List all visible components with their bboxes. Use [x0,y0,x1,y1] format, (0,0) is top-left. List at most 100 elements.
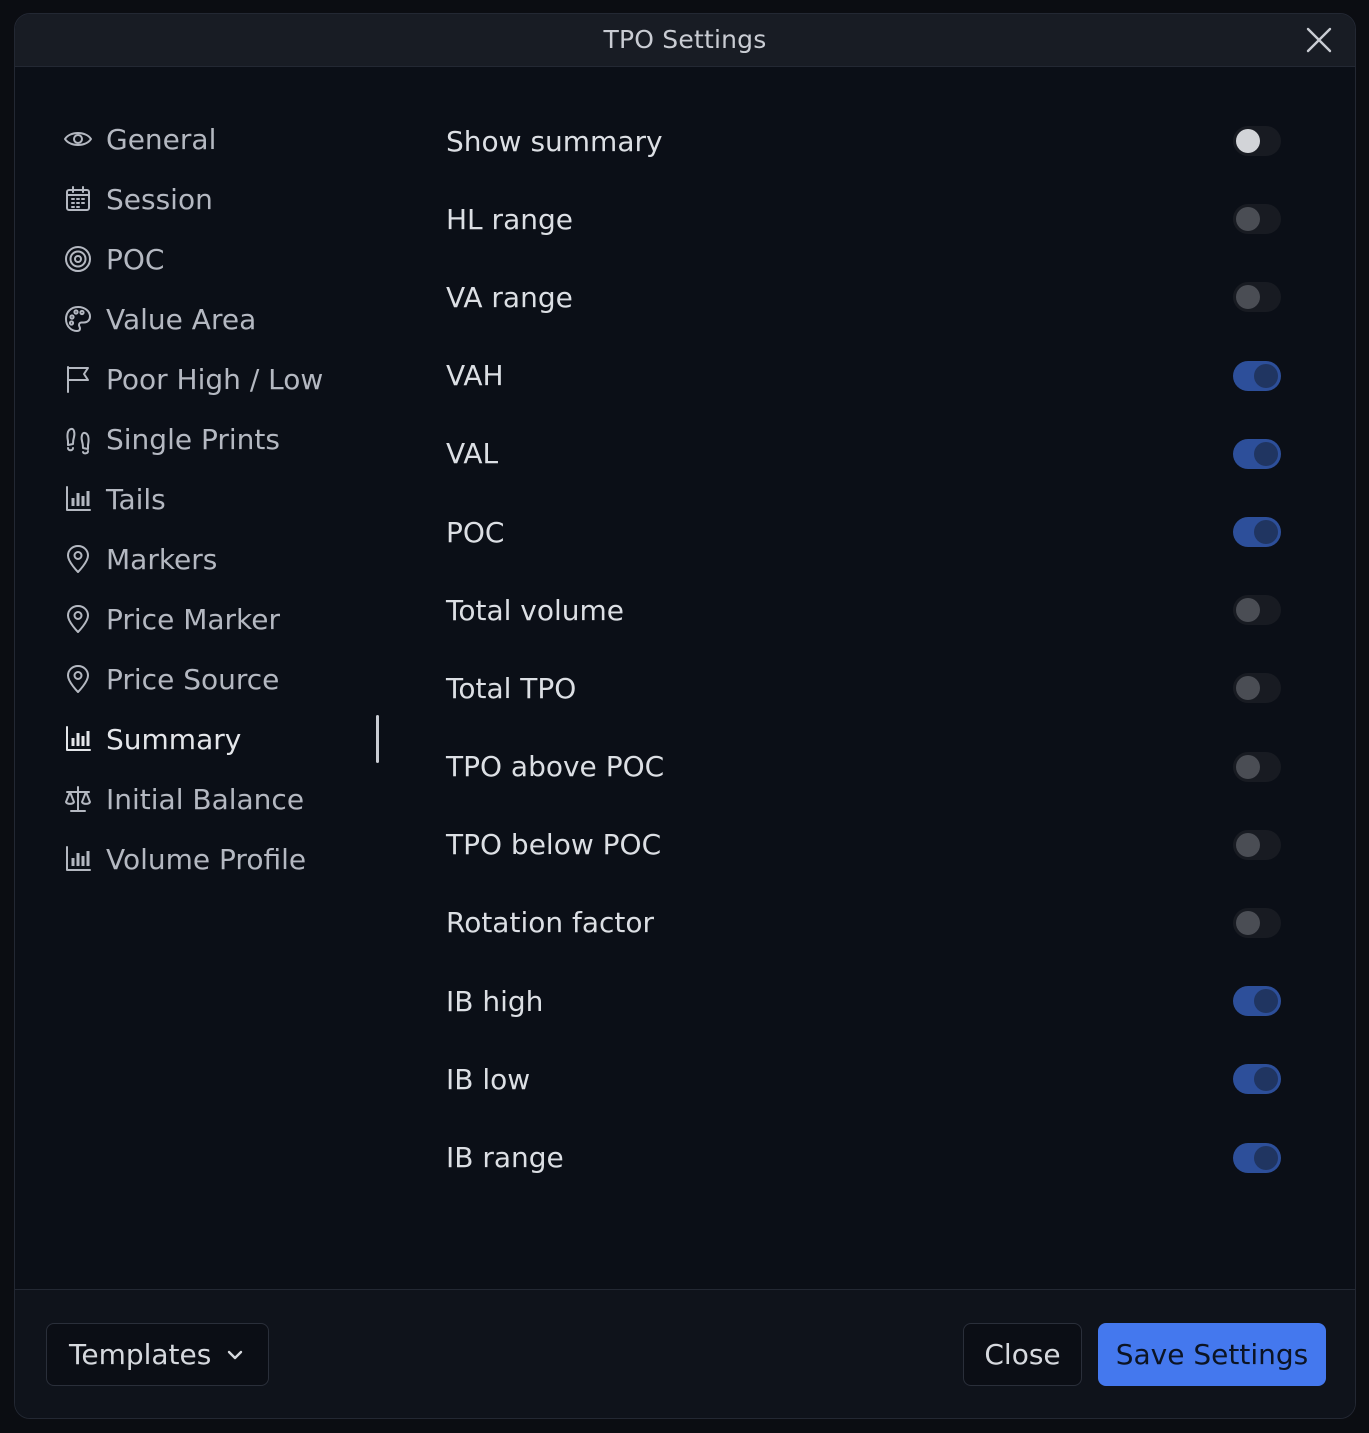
toggle-knob [1254,441,1278,466]
setting-toggle[interactable] [1233,360,1281,391]
toggle-knob [1254,363,1278,388]
tpo-settings-dialog: TPO Settings General Session POC Value Area… [14,13,1356,1419]
bar-chart-icon [61,842,95,876]
setting-label: VA range [446,280,573,314]
setting-label: Total TPO [446,671,577,705]
setting-row: IB range [446,1118,1281,1196]
setting-toggle[interactable] [1233,204,1281,235]
setting-label: IB high [446,984,544,1018]
setting-row: IB low [446,1040,1281,1118]
setting-toggle[interactable] [1233,751,1281,782]
sidebar-item-label: Price Marker [106,602,280,636]
sidebar-item-poor-high-low[interactable]: Poor High / Low [61,349,401,409]
sidebar-item-summary[interactable]: Summary [61,709,401,769]
setting-toggle[interactable] [1233,595,1281,626]
dialog-title: TPO Settings [603,25,767,54]
setting-toggle[interactable] [1233,907,1281,938]
map-pin-icon [61,602,95,636]
dialog-footer: Templates Close Save Settings [15,1289,1355,1418]
summary-settings-panel: Show summary HL range VA range VAH VAL POC Tot… [446,102,1281,1197]
chevron-down-icon [227,1350,243,1359]
sidebar-item-label: Initial Balance [106,782,305,816]
toggle-knob [1236,676,1260,701]
setting-toggle[interactable] [1233,829,1281,860]
setting-row: POC [446,493,1281,571]
toggle-knob [1254,1145,1278,1170]
scale-icon [61,782,95,816]
setting-label: TPO below POC [446,828,662,862]
toggle-knob [1236,832,1260,857]
setting-toggle[interactable] [1233,1064,1281,1095]
eye-icon [61,122,95,156]
sidebar-item-initial-balance[interactable]: Initial Balance [61,769,401,829]
toggle-knob [1236,910,1260,935]
toggle-knob [1236,754,1260,779]
setting-row: VAH [446,337,1281,415]
setting-label: IB range [446,1141,564,1175]
sidebar-item-label: Tails [106,482,166,516]
setting-row: Show summary [446,102,1281,180]
setting-toggle[interactable] [1233,438,1281,469]
setting-row: Rotation factor [446,884,1281,962]
sidebar-item-label: Volume Profile [106,842,307,876]
toggle-knob [1236,207,1260,232]
sidebar-item-label: Value Area [106,302,257,336]
sidebar-item-markers[interactable]: Markers [61,529,401,589]
calendar-icon [61,182,95,216]
palette-icon [61,302,95,336]
setting-row: TPO below POC [446,806,1281,884]
sidebar-item-general[interactable]: General [61,109,401,169]
sidebar-item-tails[interactable]: Tails [61,469,401,529]
settings-sidebar: General Session POC Value Area Poor High / L… [61,109,401,889]
templates-dropdown[interactable]: Templates [46,1323,269,1386]
flag-icon [61,362,95,396]
close-icon[interactable] [1305,26,1333,54]
setting-toggle[interactable] [1233,986,1281,1017]
sidebar-item-price-source[interactable]: Price Source [61,649,401,709]
sidebar-item-label: Summary [106,722,242,756]
sidebar-item-volume-profile[interactable]: Volume Profile [61,829,401,889]
sidebar-item-label: Session [106,182,213,216]
setting-row: VAL [446,415,1281,493]
toggle-knob [1236,598,1260,623]
map-pin-icon [61,542,95,576]
setting-label: IB low [446,1062,531,1096]
setting-label: TPO above POC [446,750,665,784]
setting-label: POC [446,515,505,549]
map-pin-icon [61,662,95,696]
templates-label: Templates [69,1338,212,1371]
setting-toggle[interactable] [1233,517,1281,548]
sidebar-item-label: Price Source [106,662,280,696]
toggle-knob [1254,989,1278,1014]
setting-row: HL range [446,180,1281,258]
setting-label: VAL [446,437,499,471]
setting-toggle[interactable] [1233,673,1281,704]
footprints-icon [61,422,95,456]
bar-chart-icon [61,482,95,516]
setting-row: VA range [446,258,1281,336]
sidebar-item-label: Markers [106,542,218,576]
setting-label: Total volume [446,593,625,627]
setting-row: Total volume [446,571,1281,649]
sidebar-item-single-prints[interactable]: Single Prints [61,409,401,469]
setting-toggle[interactable] [1233,1142,1281,1173]
setting-toggle[interactable] [1233,126,1281,157]
sidebar-item-label: General [106,122,217,156]
sidebar-item-poc[interactable]: POC [61,229,401,289]
sidebar-item-label: Poor High / Low [106,362,324,396]
toggle-knob [1236,285,1260,310]
sidebar-item-value-area[interactable]: Value Area [61,289,401,349]
sidebar-item-price-marker[interactable]: Price Marker [61,589,401,649]
setting-label: VAH [446,359,504,393]
sidebar-item-label: Single Prints [106,422,280,456]
toggle-knob [1254,1067,1278,1092]
save-settings-button[interactable]: Save Settings [1098,1323,1326,1386]
setting-toggle[interactable] [1233,282,1281,313]
setting-label: Rotation factor [446,906,655,940]
setting-label: HL range [446,202,573,236]
bar-chart-icon [61,722,95,756]
close-button[interactable]: Close [963,1323,1082,1386]
setting-label: Show summary [446,124,663,158]
toggle-knob [1236,129,1260,154]
sidebar-item-session[interactable]: Session [61,169,401,229]
